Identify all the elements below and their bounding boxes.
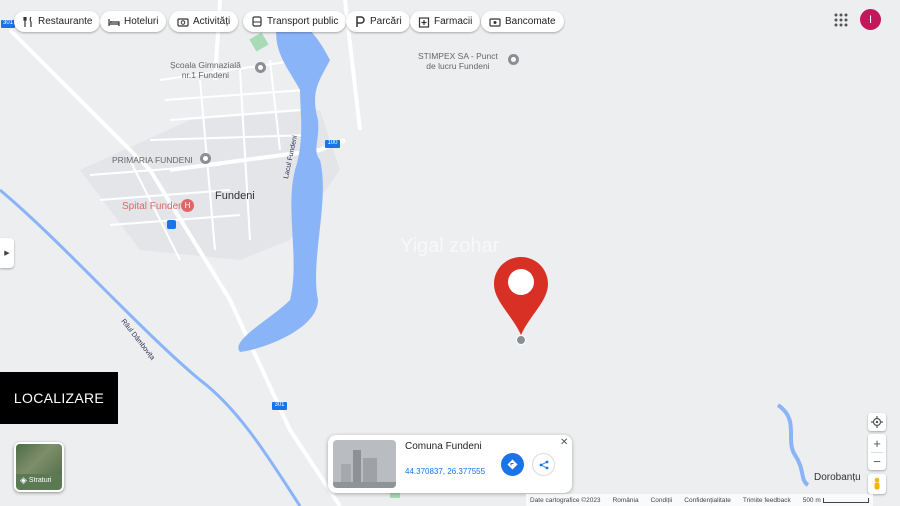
filter-label: Activități <box>193 16 231 27</box>
filter-label: Bancomate <box>505 16 556 27</box>
filter-label: Transport public <box>267 16 339 27</box>
close-icon[interactable]: ✕ <box>560 437 568 448</box>
privacy-link[interactable]: Confidențialitate <box>684 497 731 504</box>
filter-farmacii[interactable]: Farmacii <box>410 11 481 32</box>
filter-parcari[interactable]: Parcări <box>346 11 410 32</box>
filter-label: Restaurante <box>38 16 93 27</box>
place-thumbnail[interactable] <box>333 440 396 488</box>
pegman-icon <box>874 477 880 490</box>
country-link[interactable]: România <box>613 497 639 504</box>
hospital-marker-icon[interactable]: H <box>181 199 194 212</box>
apps-grid-icon[interactable] <box>834 13 848 27</box>
scale-bar <box>822 497 869 503</box>
bus-icon <box>251 15 263 28</box>
place-label-primaria[interactable]: PRIMARIA FUNDENI <box>112 155 193 165</box>
layers-button[interactable]: ◈ Straturi <box>14 442 64 492</box>
filter-transport-public[interactable]: Transport public <box>243 11 347 32</box>
filter-label: Hoteluri <box>124 16 159 27</box>
directions-button[interactable] <box>501 453 524 476</box>
card-title: Comuna Fundeni <box>405 441 482 452</box>
satellite-thumbnail <box>16 444 62 474</box>
place-label-fundeni[interactable]: Fundeni <box>215 190 255 202</box>
road-100-label: 100 <box>327 140 338 146</box>
avatar[interactable]: I <box>860 9 881 30</box>
pharmacy-icon <box>418 16 430 28</box>
filter-bancomate[interactable]: Bancomate <box>481 11 564 32</box>
filter-activitati[interactable]: Activități <box>169 11 239 32</box>
place-label-dorobantu[interactable]: Dorobanțu <box>814 472 861 483</box>
crosshair-icon <box>871 416 883 428</box>
chevron-right-icon: ▶ <box>4 250 10 257</box>
place-label-stimpex[interactable]: STIMPEX SA - Punct de lucru Fundeni <box>418 51 498 71</box>
filter-restaurante[interactable]: Restaurante <box>14 11 101 32</box>
watermark-text: Yigal zohar <box>400 235 500 257</box>
share-icon <box>539 460 548 469</box>
bus-stop-icon[interactable] <box>167 220 176 229</box>
card-coordinates[interactable]: 44.370837, 26.377555 <box>405 467 485 476</box>
school-marker-icon[interactable] <box>255 62 266 73</box>
layers-icon: ◈ <box>20 475 27 485</box>
place-label-spital[interactable]: Spital Fundeni <box>122 201 186 212</box>
scale-label[interactable]: 500 m <box>803 497 821 504</box>
map-footer: Date cartografice ©2023 România Condiții… <box>526 494 873 506</box>
filter-hoteluri[interactable]: Hoteluri <box>100 11 167 32</box>
road-301-label: 301 <box>2 20 13 26</box>
zoom-out-button[interactable]: − <box>873 453 881 470</box>
directions-icon <box>507 459 518 470</box>
localizare-banner: LOCALIZARE <box>0 372 118 424</box>
share-button[interactable] <box>532 453 555 476</box>
layers-label: Straturi <box>28 477 52 484</box>
camera-icon <box>177 16 189 28</box>
place-info-card[interactable]: Comuna Fundeni 44.370837, 26.377555 ✕ <box>328 435 572 493</box>
terms-link[interactable]: Condiții <box>651 497 673 504</box>
zoom-controls: + − <box>868 434 886 470</box>
location-pin-icon[interactable] <box>492 255 550 345</box>
road-301-label: 301 <box>274 402 285 408</box>
feedback-link[interactable]: Trimite feedback <box>743 497 791 504</box>
place-label-school[interactable]: Școala Gimnazială nr.1 Fundeni <box>170 60 241 80</box>
map-data-credit: Date cartografice ©2023 <box>530 496 601 504</box>
primaria-marker-icon[interactable] <box>200 153 211 164</box>
zoom-in-button[interactable]: + <box>873 434 881 452</box>
fork-knife-icon <box>22 16 34 28</box>
filter-label: Parcări <box>370 16 402 27</box>
parking-icon <box>354 15 366 28</box>
my-location-button[interactable] <box>868 413 886 431</box>
expand-panel-button[interactable]: ▶ <box>0 238 14 268</box>
filter-label: Farmacii <box>434 16 473 27</box>
atm-icon <box>489 16 501 28</box>
stimpex-marker-icon[interactable] <box>508 54 519 65</box>
street-view-pegman[interactable] <box>868 474 886 494</box>
bed-icon <box>108 16 120 28</box>
